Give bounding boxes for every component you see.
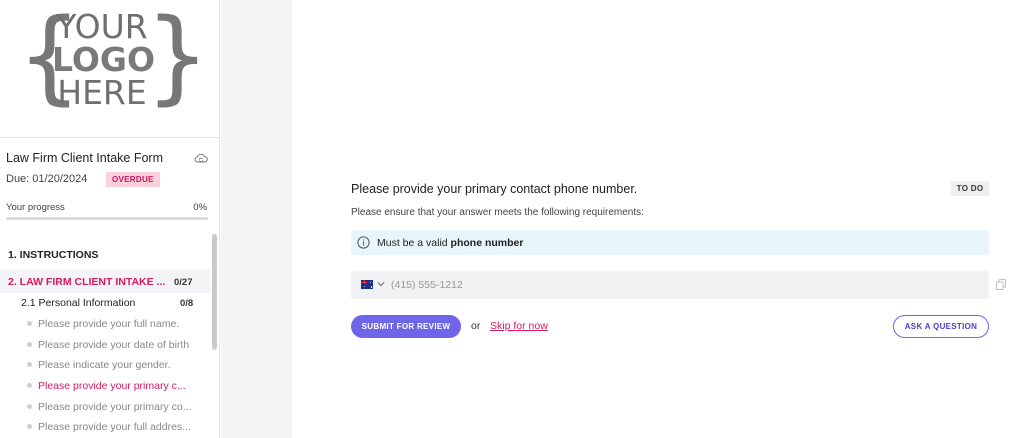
logo: { YOUR LOGO HERE } — [0, 0, 219, 138]
question-subtitle: Please ensure that your answer meets the… — [351, 207, 644, 218]
copy-icon[interactable] — [996, 279, 1006, 290]
form-title: Law Firm Client Intake Form — [6, 151, 163, 165]
phone-field — [351, 271, 989, 299]
progress-bar — [6, 217, 208, 220]
status-badge: OVERDUE — [106, 172, 160, 187]
logo-line-1: YOUR — [56, 7, 148, 46]
nav-item-label: Please provide your primary co... — [38, 401, 192, 413]
logo-brace-right: } — [145, 0, 210, 116]
app: { YOUR LOGO HERE } Law Firm Client Intak… — [0, 0, 1024, 438]
requirement-box: Must be a valid phone number — [351, 230, 989, 255]
or-text: or — [471, 320, 481, 332]
logo-text: YOUR LOGO HERE — [52, 7, 156, 112]
logo-line-2: LOGO — [52, 40, 156, 79]
phone-input[interactable] — [391, 271, 971, 299]
flag-star — [363, 285, 365, 287]
submit-for-review-button[interactable]: SUBMIT FOR REVIEW — [351, 315, 461, 338]
nav-dot — [27, 382, 32, 388]
australia-flag-icon[interactable] — [361, 280, 373, 289]
nav-section-instructions[interactable]: 1. INSTRUCTIONS — [8, 249, 98, 261]
nav-item-full-name[interactable]: Please provide your full name. — [27, 318, 179, 330]
nav-item-label: Please provide your primary c... — [38, 380, 186, 392]
nav-item-label: Please provide your date of birth — [38, 339, 190, 351]
sidebar: { YOUR LOGO HERE } Law Firm Client Intak… — [0, 0, 220, 438]
due-date: Due: 01/20/2024 — [6, 173, 88, 185]
nav-subsection-personal-info[interactable]: 2.1 Personal Information — [21, 297, 135, 309]
flag-star — [369, 281, 371, 283]
requirement-text: Must be a valid phone number — [377, 237, 523, 249]
nav-section-intake-form[interactable]: 2. LAW FIRM CLIENT INTAKE ... — [8, 276, 165, 288]
sidebar-scrollbar[interactable] — [212, 234, 217, 350]
info-icon — [357, 236, 370, 249]
nav-item-label: Please indicate your gender. — [38, 359, 171, 371]
nav-section-count: 0/27 — [174, 277, 193, 288]
ask-a-question-button[interactable]: ASK A QUESTION — [893, 315, 989, 338]
cloud-sync-icon[interactable] — [194, 152, 208, 164]
nav-dot — [27, 320, 32, 326]
question-title: Please provide your primary contact phon… — [351, 182, 638, 196]
nav-item-label: Please provide your full addres... — [38, 421, 191, 433]
gutter — [221, 0, 292, 438]
nav-item-gender[interactable]: Please indicate your gender. — [27, 359, 171, 371]
nav-item-date-of-birth[interactable]: Please provide your date of birth — [27, 339, 189, 351]
nav-subsection-count: 0/8 — [180, 298, 194, 309]
nav-dot — [27, 361, 32, 367]
main-content: Please provide your primary contact phon… — [292, 0, 1024, 438]
progress-label: Your progress — [6, 202, 65, 213]
progress-percent: 0% — [193, 202, 207, 213]
nav-item-primary-phone[interactable]: Please provide your primary c... — [27, 380, 186, 392]
logo-line-3: HERE — [57, 73, 147, 112]
skip-for-now-link[interactable]: Skip for now — [490, 320, 548, 332]
flag-cross-v — [363, 280, 365, 284]
nav-item-full-address[interactable]: Please provide your full addres... — [27, 421, 191, 433]
nav-dot — [27, 423, 32, 429]
requirement-prefix: Must be a valid — [377, 237, 448, 249]
chevron-down-icon[interactable] — [377, 281, 385, 287]
nav-dot — [27, 341, 32, 347]
nav-dot — [27, 403, 32, 409]
nav-item-primary-contact[interactable]: Please provide your primary co... — [27, 401, 191, 413]
flag-star — [370, 286, 372, 288]
todo-badge: TO DO — [951, 181, 989, 196]
requirement-bold: phone number — [450, 237, 524, 249]
nav-item-label: Please provide your full name. — [38, 318, 180, 330]
